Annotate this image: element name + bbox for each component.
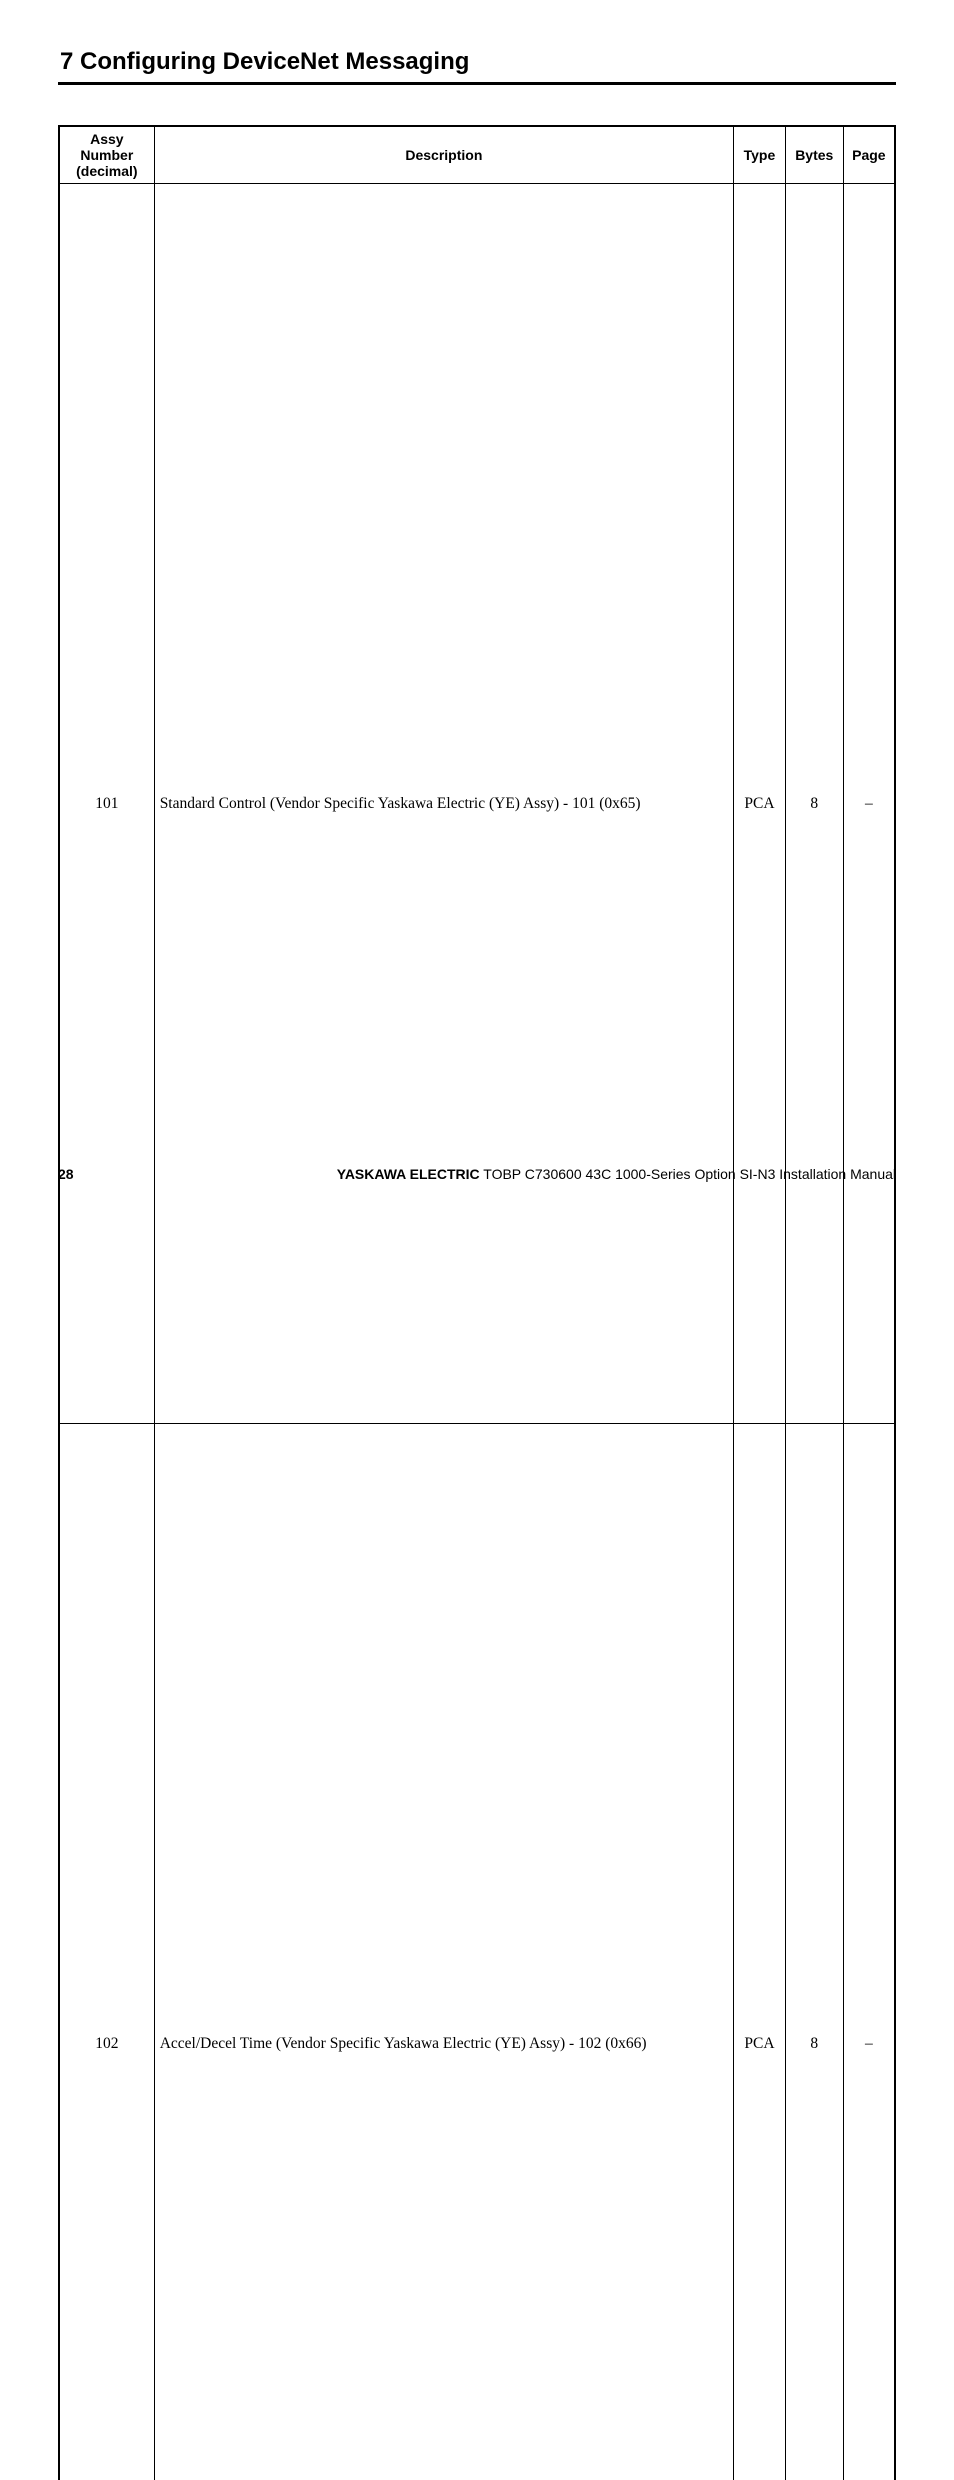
table-row: 101Standard Control (Vendor Specific Yas…: [59, 184, 895, 1424]
table-body: 101Standard Control (Vendor Specific Yas…: [59, 184, 895, 2480]
col-header-description: Description: [154, 126, 733, 184]
assembly-table: Assy Number (decimal) Description Type B…: [58, 125, 896, 2480]
col-header-page: Page: [843, 126, 895, 184]
footer-brand: YASKAWA ELECTRIC: [337, 1166, 480, 1182]
page-number: 28: [58, 1166, 74, 1182]
cell-type: PCA: [734, 1424, 786, 2480]
col-header-assy-number: Assy Number (decimal): [59, 126, 154, 184]
cell-bytes: 8: [785, 184, 843, 1424]
cell-assy-number: 101: [59, 184, 154, 1424]
footer-docinfo: YASKAWA ELECTRIC TOBP C730600 43C 1000-S…: [337, 1166, 896, 1182]
section-heading: 7 Configuring DeviceNet Messaging: [58, 48, 896, 76]
table-header-row: Assy Number (decimal) Description Type B…: [59, 126, 895, 184]
section-rule: [58, 82, 896, 85]
cell-description: Accel/Decel Time (Vendor Specific Yaskaw…: [154, 1424, 733, 2480]
cell-assy-number: 102: [59, 1424, 154, 2480]
col-header-bytes: Bytes: [785, 126, 843, 184]
cell-type: PCA: [734, 184, 786, 1424]
table-row: 102Accel/Decel Time (Vendor Specific Yas…: [59, 1424, 895, 2480]
col-header-type: Type: [734, 126, 786, 184]
cell-description: Standard Control (Vendor Specific Yaskaw…: [154, 184, 733, 1424]
footer-doc: TOBP C730600 43C 1000-Series Option SI-N…: [480, 1166, 896, 1182]
cell-bytes: 8: [785, 1424, 843, 2480]
cell-page: –: [843, 184, 895, 1424]
page-footer: 28 YASKAWA ELECTRIC TOBP C730600 43C 100…: [58, 1166, 896, 1182]
cell-page: –: [843, 1424, 895, 2480]
